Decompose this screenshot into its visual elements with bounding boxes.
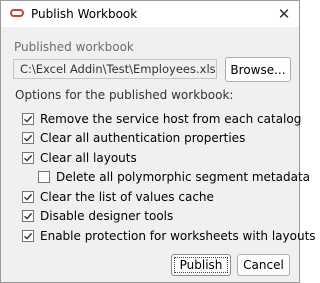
checkmark-icon — [24, 193, 33, 201]
option-label: Remove the service host from each catalo… — [40, 112, 302, 126]
option-label: Clear all layouts — [40, 151, 137, 165]
workbook-path-field[interactable] — [13, 59, 217, 79]
option-label: Enable protection for worksheets with la… — [40, 229, 316, 243]
browse-button[interactable]: Browse... — [225, 57, 291, 82]
clear-authentication-checkbox[interactable] — [22, 132, 34, 144]
option-clear-authentication[interactable]: Clear all authentication properties — [22, 130, 245, 146]
clear-layouts-checkbox[interactable] — [22, 152, 34, 164]
options-heading: Options for the published workbook: — [15, 88, 234, 102]
option-clear-lov-cache[interactable]: Clear the list of values cache — [22, 189, 214, 205]
checkmark-icon — [24, 134, 33, 142]
checkmark-icon — [24, 115, 33, 123]
option-delete-polymorphic-metadata[interactable]: Delete all polymorphic segment metadata — [38, 169, 310, 185]
checkmark-icon — [24, 212, 33, 220]
option-disable-designer-tools[interactable]: Disable designer tools — [22, 208, 173, 224]
option-enable-protection[interactable]: Enable protection for worksheets with la… — [22, 228, 316, 244]
option-clear-layouts[interactable]: Clear all layouts — [22, 150, 137, 166]
publish-button[interactable]: Publish — [171, 254, 231, 276]
close-button[interactable]: ✕ — [269, 1, 299, 27]
option-label: Delete all polymorphic segment metadata — [56, 170, 311, 184]
enable-protection-checkbox[interactable] — [22, 230, 34, 242]
option-label: Clear the list of values cache — [40, 190, 214, 204]
option-remove-service-host[interactable]: Remove the service host from each catalo… — [22, 111, 301, 127]
remove-service-host-checkbox[interactable] — [22, 113, 34, 125]
cancel-button[interactable]: Cancel — [237, 254, 290, 276]
option-label: Clear all authentication properties — [40, 131, 246, 145]
oracle-logo-icon — [10, 9, 24, 17]
checkmark-icon — [24, 154, 33, 162]
checkmark-icon — [24, 232, 33, 240]
clear-lov-cache-checkbox[interactable] — [22, 191, 34, 203]
title-bar: Publish Workbook ✕ — [1, 1, 299, 27]
option-label: Disable designer tools — [40, 209, 174, 223]
disable-designer-tools-checkbox[interactable] — [22, 210, 34, 222]
delete-polymorphic-metadata-checkbox[interactable] — [38, 171, 50, 183]
dialog-title: Publish Workbook — [31, 7, 138, 21]
published-workbook-label: Published workbook — [14, 40, 134, 54]
publish-workbook-dialog: Publish Workbook ✕ Published workbook Br… — [0, 0, 316, 283]
